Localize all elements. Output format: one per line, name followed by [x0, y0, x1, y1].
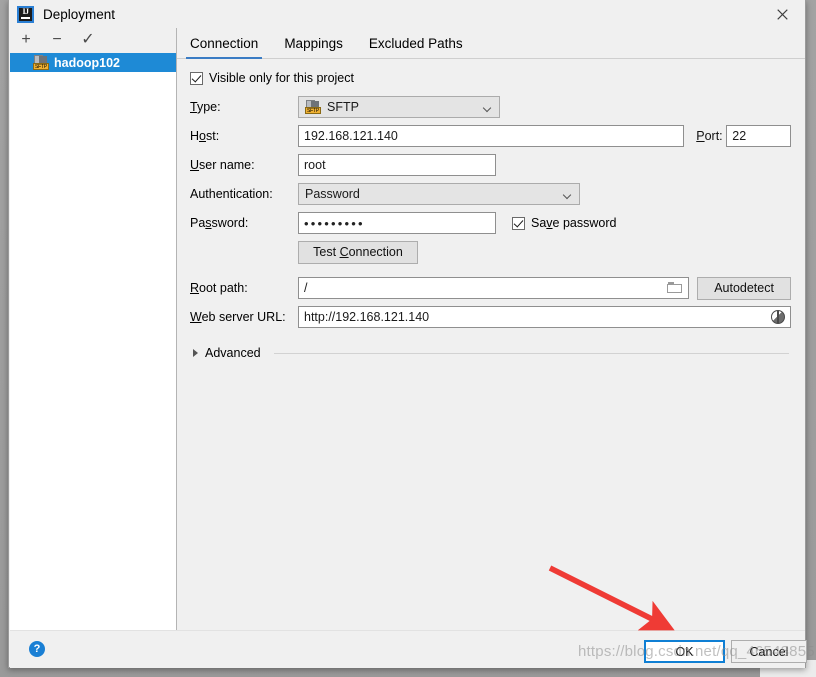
web-server-url-input[interactable]: http://192.168.121.140 [298, 306, 791, 328]
ok-button[interactable]: OK [644, 640, 725, 663]
save-password-label: Save password [531, 216, 617, 230]
test-connection-button[interactable]: Test Connection [298, 240, 418, 264]
tab-excluded-paths[interactable]: Excluded Paths [369, 36, 463, 58]
host-row: Host: 192.168.121.140 Port: 22 [190, 125, 791, 147]
authentication-row: Authentication: Password [190, 183, 791, 205]
tab-mappings[interactable]: Mappings [284, 36, 343, 58]
type-label: Type: [190, 100, 221, 114]
authentication-label: Authentication: [190, 187, 273, 201]
web-server-url-value: http://192.168.121.140 [304, 310, 430, 324]
dialog-footer: ? OK Cancel [10, 630, 807, 668]
password-label: Password: [190, 216, 249, 230]
dialog-titlebar: Deployment [9, 0, 805, 28]
server-list-toolbar: + − ✓ [10, 28, 176, 53]
username-input[interactable]: root [298, 154, 496, 176]
username-label: User name: [190, 158, 255, 172]
username-value: root [304, 158, 326, 172]
connection-settings-panel: Connection Mappings Excluded Paths Visib… [177, 28, 805, 630]
sftp-server-icon: SFTP [33, 55, 49, 70]
sftp-icon: SFTP [305, 100, 321, 114]
autodetect-button[interactable]: Autodetect [697, 276, 791, 300]
chevron-down-icon [564, 192, 571, 196]
advanced-divider [273, 352, 789, 354]
password-input[interactable]: ••••••••• [298, 212, 496, 234]
type-combobox[interactable]: SFTP SFTP [298, 96, 500, 118]
host-value: 192.168.121.140 [304, 129, 398, 143]
cancel-button[interactable]: Cancel [731, 640, 807, 663]
root-path-input[interactable]: / [298, 277, 690, 299]
port-input[interactable]: 22 [726, 125, 791, 147]
connection-form: Visible only for this project Type: SFTP… [177, 59, 805, 360]
save-password-checkbox[interactable] [512, 216, 525, 230]
type-row: Type: SFTP SFTP [190, 96, 791, 118]
authentication-value: Password [305, 187, 360, 201]
password-value: ••••••••• [304, 215, 365, 231]
host-label: Host: [190, 129, 220, 143]
add-server-button[interactable]: + [18, 32, 34, 48]
web-server-url-row: Web server URL: http://192.168.121.140 [190, 306, 791, 328]
type-value: SFTP [327, 100, 359, 114]
remove-server-button[interactable]: − [49, 32, 65, 48]
advanced-section-toggle[interactable]: Advanced [190, 346, 791, 360]
visible-only-checkbox[interactable] [190, 71, 203, 85]
apply-server-button[interactable]: ✓ [80, 32, 96, 48]
port-label: Port: [696, 129, 723, 143]
host-input[interactable]: 192.168.121.140 [298, 125, 685, 147]
test-connection-label: Test Connection [313, 245, 403, 259]
close-icon[interactable] [759, 0, 805, 28]
chevron-right-icon [193, 349, 198, 357]
help-icon[interactable]: ? [29, 641, 45, 657]
chevron-down-icon [484, 105, 491, 109]
intellij-idea-icon [17, 5, 34, 23]
deployment-dialog: Deployment + − ✓ [8, 0, 807, 668]
folder-icon[interactable] [667, 281, 683, 295]
visible-only-label: Visible only for this project [209, 71, 354, 85]
root-path-row: Root path: / Autodetect [190, 276, 791, 300]
authentication-combobox[interactable]: Password [298, 183, 580, 205]
test-connection-row: Test Connection [190, 240, 791, 264]
root-path-value: / [304, 281, 308, 295]
globe-icon[interactable] [771, 310, 785, 324]
web-server-url-label: Web server URL: [190, 310, 286, 324]
visible-only-row: Visible only for this project [190, 69, 791, 87]
dialog-body: + − ✓ SFTP hadoop102 Connection Mappings… [9, 28, 805, 630]
settings-tabstrip: Connection Mappings Excluded Paths [177, 28, 805, 59]
port-value: 22 [732, 129, 747, 143]
tab-connection[interactable]: Connection [185, 36, 263, 59]
server-name-label: hadoop102 [54, 55, 120, 70]
dialog-title: Deployment [43, 6, 116, 22]
server-list-panel: + − ✓ SFTP hadoop102 [10, 28, 177, 630]
username-row: User name: root [190, 154, 791, 176]
screenshot-root: Deployment + − ✓ [0, 0, 816, 677]
root-path-label: Root path: [190, 281, 248, 295]
password-row: Password: ••••••••• Save password [190, 212, 791, 234]
list-item[interactable]: SFTP hadoop102 [10, 53, 176, 72]
advanced-label: Advanced [205, 346, 261, 360]
